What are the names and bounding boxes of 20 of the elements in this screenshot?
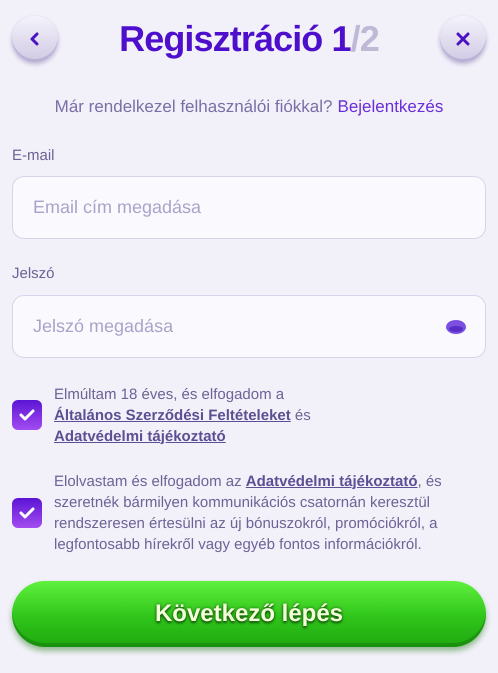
field-label: E-mail <box>12 146 55 166</box>
consent-text: Elolvastam és elfogadom az Adatvédelmi tájékoztató, és szeretnék bármilyen kommunikációs csatornán keresztül rendszeresen értesülni az új bónuszokról, promóciókról, a legfontosabb hírekről vagy egyéb fontos információkról. <box>54 472 443 554</box>
login-link[interactable]: Bejelentkezés <box>337 94 444 120</box>
chevron-left-icon <box>29 32 41 46</box>
eye-icon[interactable] <box>446 320 466 334</box>
password-field[interactable]: Jelszó megadása <box>12 294 486 358</box>
checkbox[interactable] <box>12 400 42 430</box>
close-icon <box>456 32 470 46</box>
check-icon <box>19 409 35 421</box>
check-icon <box>19 506 35 518</box>
checkbox[interactable] <box>12 498 42 528</box>
consent-text: Elmúltam 18 éves, és elfogadom a Általános Szerződési Feltételeket és Adatvédelmi tájékoztató <box>54 384 312 446</box>
email-field[interactable]: Email cím megadása <box>12 176 486 239</box>
login-prompt: Már rendelkezel felhasználói fiókkal? <box>54 96 332 118</box>
field-label: Jelszó <box>12 264 55 284</box>
terms-link[interactable]: Általános Szerződési Feltételeket <box>54 406 291 424</box>
terms-link[interactable]: Adatvédelmi tájékoztató <box>246 472 418 490</box>
close-button[interactable] <box>440 16 486 62</box>
back-button[interactable] <box>12 16 58 62</box>
terms-link[interactable]: Adatvédelmi tájékoztató <box>54 428 226 444</box>
